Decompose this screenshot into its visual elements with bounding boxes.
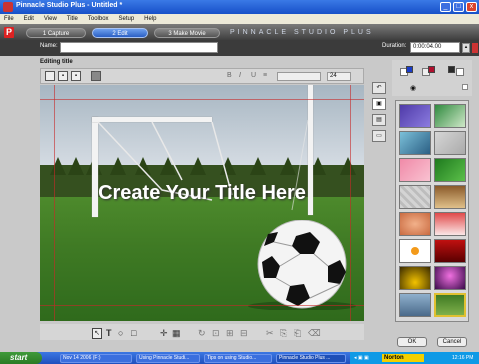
menu-view[interactable]: View	[40, 14, 61, 24]
taskbar-item[interactable]: Tips on using Studio...	[204, 354, 272, 363]
safe-area-icon[interactable]	[91, 71, 101, 81]
paste-icon[interactable]: ⎗	[294, 328, 301, 339]
clock: 12:16 PM	[452, 355, 474, 361]
tab-edit[interactable]: 2 Edit	[92, 28, 148, 38]
font-name-dropdown[interactable]	[277, 72, 321, 81]
duration-spinner[interactable]: ▴	[462, 43, 470, 53]
color-swatch-blue[interactable]	[406, 66, 413, 73]
editor-heading: Editing title	[40, 59, 73, 65]
gallery-thumb[interactable]	[434, 239, 466, 263]
gallery-thumb[interactable]	[399, 266, 431, 290]
gallery-thumb[interactable]	[399, 212, 431, 236]
menu-edit[interactable]: Edit	[20, 14, 38, 24]
gallery-thumb-selected[interactable]	[434, 293, 466, 317]
rectangle-tool-icon[interactable]: □	[131, 328, 136, 338]
menu-toolbox[interactable]: Toolbox	[84, 14, 113, 24]
gallery-thumb[interactable]	[399, 131, 431, 155]
window-titlebar: Pinnacle Studio Plus - Untitled * _ □ x	[0, 0, 479, 14]
product-brand: PINNACLE STUDIO PLUS	[230, 29, 374, 36]
pictures-icon[interactable]: ▭	[372, 130, 386, 142]
backgrounds-icon[interactable]: ▤	[372, 114, 386, 126]
cut-icon[interactable]: ✂	[266, 328, 274, 339]
select-tool-icon[interactable]: ↖	[92, 328, 102, 339]
norton-tray-badge[interactable]: Norton	[382, 354, 424, 362]
bold-icon[interactable]: B	[227, 72, 232, 79]
undo-icon[interactable]: ↶	[372, 82, 386, 94]
close-title-editor-icon[interactable]	[472, 43, 478, 53]
tab-make-movie[interactable]: 3 Make Movie	[154, 28, 220, 38]
title-text-object[interactable]: Create Your Title Here	[40, 182, 364, 205]
checkbox-icon[interactable]	[462, 84, 468, 90]
close-button[interactable]: x	[466, 2, 477, 12]
order-icon[interactable]: ⊟	[240, 328, 248, 339]
safe-area-guide-right	[350, 85, 351, 321]
gallery-thumb[interactable]	[399, 293, 431, 317]
swatch-transparent[interactable]	[456, 68, 464, 76]
delete-icon[interactable]: ⌫	[308, 328, 321, 339]
goal-net	[97, 120, 309, 211]
underline-icon[interactable]: U	[251, 72, 256, 79]
menu-title[interactable]: Title	[63, 14, 82, 24]
pinnacle-logo: P	[4, 27, 14, 38]
menu-setup[interactable]: Setup	[115, 14, 139, 24]
ok-button[interactable]: OK	[397, 337, 427, 347]
safe-area-guide-top	[40, 99, 364, 100]
title-preview-canvas[interactable]: Create Your Title Here	[40, 85, 364, 321]
name-bar: Name: Duration: 0:00:04.00 ▴	[0, 40, 479, 56]
gallery-thumb[interactable]	[434, 212, 466, 236]
move-tool-icon[interactable]: ✛	[160, 328, 168, 339]
cancel-button[interactable]: Cancel	[437, 337, 467, 347]
tray-icons[interactable]: ◂ ▣ ▣	[354, 352, 369, 364]
gallery-thumb[interactable]	[434, 158, 466, 182]
gallery-thumb[interactable]	[399, 239, 431, 263]
name-label: Name:	[40, 43, 58, 49]
minimize-button[interactable]: _	[440, 2, 451, 12]
gallery-thumb[interactable]	[434, 131, 466, 155]
title-type-crawl-icon[interactable]: ▪	[71, 71, 81, 81]
duration-label: Duration:	[382, 43, 407, 49]
taskbar-item[interactable]: Nov 14 2006 (F:)	[60, 354, 132, 363]
gallery-thumb[interactable]	[434, 104, 466, 128]
safe-area-guide-left	[54, 85, 55, 321]
menu-bar: File Edit View Title Toolbox Setup Help	[0, 14, 479, 24]
app-icon	[3, 2, 13, 12]
justify-icon[interactable]: ≡	[263, 72, 267, 79]
color-swatch-dark[interactable]	[448, 66, 455, 73]
safe-area-guide-bottom	[40, 305, 364, 306]
color-swatch-red[interactable]	[428, 66, 435, 73]
tab-capture[interactable]: 1 Capture	[26, 28, 86, 38]
text-tool-icon[interactable]: T	[106, 328, 112, 338]
start-button[interactable]: start	[0, 352, 42, 364]
gallery-thumb[interactable]	[434, 185, 466, 209]
menu-file[interactable]: File	[0, 14, 18, 24]
soccer-ball-image	[248, 220, 356, 310]
gallery-thumb[interactable]	[399, 158, 431, 182]
ellipse-tool-icon[interactable]: ○	[118, 328, 123, 338]
duration-field[interactable]: 0:00:04.00	[410, 42, 460, 53]
style-panel-icon[interactable]: ▣	[372, 98, 386, 110]
taskbar-item-active[interactable]: Pinnacle Studio Plus ...	[276, 354, 346, 363]
menu-help[interactable]: Help	[140, 14, 160, 24]
copy-icon[interactable]: ⎘	[280, 328, 287, 339]
align-icon[interactable]: ⊡	[212, 328, 220, 339]
title-name-input[interactable]	[60, 42, 218, 53]
gallery-thumb[interactable]	[399, 104, 431, 128]
background-gallery	[395, 100, 469, 322]
font-size-dropdown[interactable]: 24	[327, 72, 351, 81]
gallery-thumb[interactable]	[434, 266, 466, 290]
title-type-static-icon[interactable]	[45, 71, 55, 81]
taskbar-item[interactable]: Using Pinnacle Studi...	[136, 354, 200, 363]
album-header: ◉	[392, 60, 472, 96]
radio-icon[interactable]: ◉	[410, 84, 416, 92]
maximize-button[interactable]: □	[453, 2, 464, 12]
window-title: Pinnacle Studio Plus - Untitled *	[16, 2, 123, 9]
gallery-thumb[interactable]	[399, 185, 431, 209]
rotate-icon[interactable]: ↻	[198, 328, 206, 339]
italic-icon[interactable]: I	[239, 72, 241, 79]
title-type-roll-icon[interactable]: ▪	[58, 71, 68, 81]
group-icon[interactable]: ⊞	[226, 328, 234, 339]
grid-tool-icon[interactable]: ▦	[172, 328, 181, 339]
title-editor-toolbar: ▪ ▪ B I U ≡ 24	[40, 68, 364, 84]
